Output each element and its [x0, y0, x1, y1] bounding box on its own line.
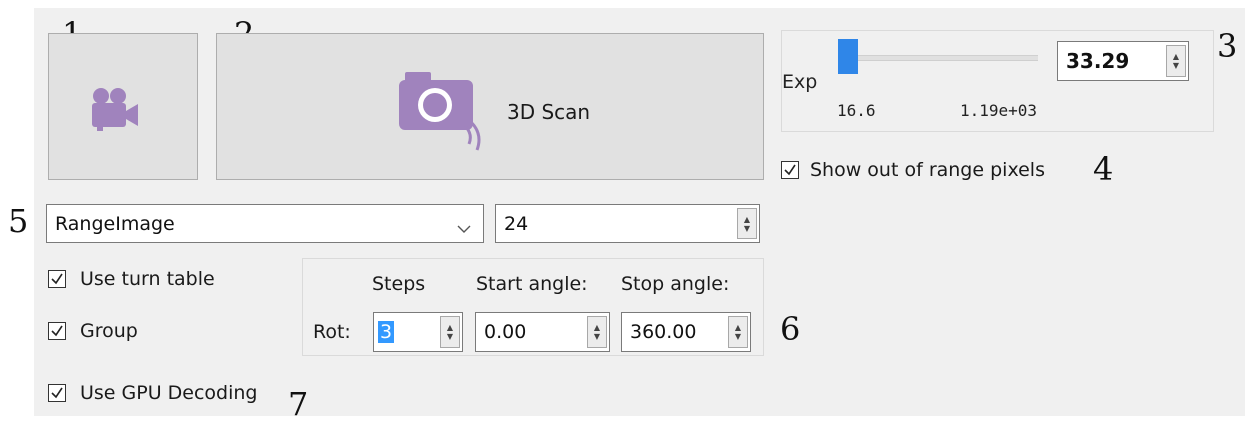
exposure-spin-arrows[interactable]: ▲ ▼	[1166, 45, 1186, 77]
exposure-label: Exp	[782, 71, 818, 93]
exposure-value-spinbox[interactable]: 33.29 ▲ ▼	[1057, 41, 1189, 81]
image-type-select[interactable]: RangeImage	[46, 204, 484, 243]
3d-scan-button[interactable]: 3D Scan	[216, 33, 764, 180]
checkmark-icon	[51, 325, 63, 337]
start-angle-spin-arrows[interactable]: ▲ ▼	[587, 316, 607, 348]
checkmark-icon	[51, 273, 63, 285]
camera-icon	[395, 68, 495, 158]
3d-scan-label: 3D Scan	[507, 100, 591, 124]
use-gpu-decoding-checkbox[interactable]	[48, 384, 66, 402]
image-type-value: RangeImage	[55, 212, 175, 235]
rotation-label: Rot:	[313, 321, 351, 343]
stop-angle-header: Stop angle:	[621, 273, 730, 295]
chevron-down-icon	[457, 217, 471, 239]
callout-6: 6	[780, 310, 801, 348]
exposure-min-label: 16.6	[837, 101, 876, 120]
exposure-group: Exp 16.6 1.19e+03 33.29 ▲ ▼	[781, 30, 1214, 132]
checkmark-icon	[51, 387, 63, 399]
use-turn-table-label: Use turn table	[80, 268, 215, 290]
group-checkbox[interactable]	[48, 322, 66, 340]
bit-depth-value: 24	[504, 212, 529, 235]
steps-spinbox[interactable]: 3 ▲ ▼	[373, 312, 463, 352]
checkmark-icon	[784, 164, 796, 176]
callout-4: 4	[1093, 150, 1114, 188]
steps-spin-arrows[interactable]: ▲ ▼	[440, 316, 460, 348]
show-out-of-range-label: Show out of range pixels	[810, 159, 1045, 181]
exposure-max-label: 1.19e+03	[960, 101, 1038, 120]
bit-depth-spinbox[interactable]: 24 ▲ ▼	[495, 204, 760, 243]
stop-angle-spin-arrows[interactable]: ▲ ▼	[728, 316, 748, 348]
stop-angle-value: 360.00	[630, 321, 697, 343]
use-gpu-decoding-label: Use GPU Decoding	[80, 382, 258, 404]
start-angle-header: Start angle:	[476, 273, 588, 295]
steps-header: Steps	[372, 273, 426, 295]
stop-angle-spinbox[interactable]: 360.00 ▲ ▼	[621, 312, 751, 352]
start-angle-spinbox[interactable]: 0.00 ▲ ▼	[475, 312, 610, 352]
use-turn-table-checkbox[interactable]	[48, 270, 66, 288]
video-camera-icon	[86, 87, 144, 135]
group-label: Group	[80, 320, 138, 342]
start-angle-value: 0.00	[484, 321, 527, 343]
callout-5: 5	[8, 202, 29, 240]
rotation-group: Steps Start angle: Stop angle: Rot: 3 ▲ ▼…	[302, 258, 764, 356]
exposure-value: 33.29	[1066, 49, 1130, 73]
exposure-slider-handle[interactable]	[838, 39, 858, 74]
live-camera-button[interactable]	[48, 33, 198, 180]
callout-3: 3	[1217, 27, 1238, 65]
steps-value: 3	[378, 321, 395, 343]
bit-depth-spin-arrows[interactable]: ▲ ▼	[737, 208, 757, 239]
exposure-slider-track[interactable]	[838, 55, 1038, 61]
show-out-of-range-checkbox[interactable]	[781, 161, 799, 179]
callout-7: 7	[288, 385, 309, 423]
